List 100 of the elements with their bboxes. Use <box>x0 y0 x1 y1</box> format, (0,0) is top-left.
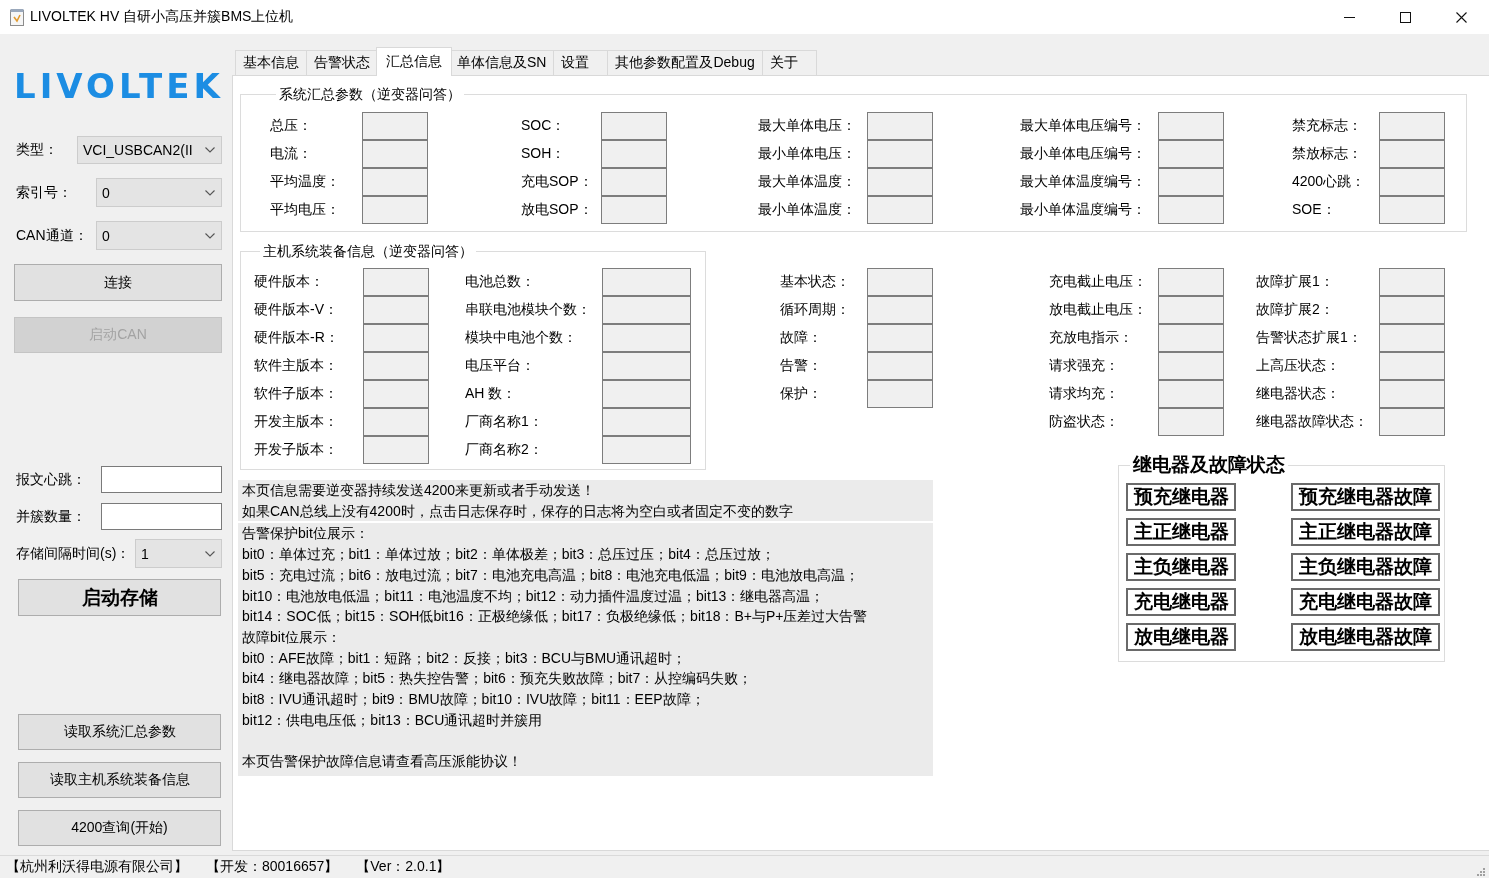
value-field[interactable] <box>867 168 933 196</box>
value-field[interactable] <box>362 168 428 196</box>
chevron-down-icon <box>205 189 215 196</box>
field-label: 充放电指示： <box>1049 329 1134 347</box>
value-field[interactable] <box>602 352 691 380</box>
field-label: 最大单体温度编号： <box>1020 173 1147 191</box>
value-field[interactable] <box>1158 140 1224 168</box>
close-icon <box>1455 11 1467 23</box>
tab[interactable]: 基本信息 <box>235 50 307 75</box>
field-label: 类型： <box>16 141 59 159</box>
value-field[interactable] <box>867 112 933 140</box>
field-label: 放电截止电压： <box>1049 301 1148 319</box>
dropdown[interactable]: 0 <box>96 221 222 250</box>
field-label: 最小单体电压： <box>758 145 857 163</box>
value-field[interactable] <box>1379 296 1445 324</box>
field-label: 硬件版本-V： <box>254 301 339 319</box>
value-field[interactable] <box>1379 352 1445 380</box>
value-field[interactable] <box>1158 196 1224 224</box>
tab[interactable]: 汇总信息 <box>376 47 452 76</box>
field-label: 平均电压： <box>270 201 341 219</box>
value-field[interactable] <box>1158 268 1224 296</box>
value-field[interactable] <box>602 268 691 296</box>
value-field[interactable] <box>362 196 428 224</box>
field-label: 循环周期： <box>780 301 851 319</box>
note-text: bit10：电池放电低温；bit11：电池温度不均；bit12：动力插件温度过温；bit13：继电器高温； <box>242 586 826 606</box>
value-field[interactable] <box>1158 324 1224 352</box>
field-label: 禁放标志： <box>1292 145 1363 163</box>
field-label: CAN通道： <box>16 226 89 245</box>
value-field[interactable] <box>362 140 428 168</box>
connect-button[interactable]: 连接 <box>14 264 222 301</box>
input-field[interactable] <box>101 466 222 493</box>
dropdown[interactable]: 1 <box>135 539 222 568</box>
value-field[interactable] <box>1158 352 1224 380</box>
value-field[interactable] <box>602 296 691 324</box>
field-label: 厂商名称2： <box>465 441 544 459</box>
field-label: 故障扩展2： <box>1256 301 1335 319</box>
value-field[interactable] <box>867 196 933 224</box>
value-field[interactable] <box>363 408 429 436</box>
dropdown[interactable]: VCI_USBCAN2(II <box>77 136 222 164</box>
value-field[interactable] <box>1158 168 1224 196</box>
value-field[interactable] <box>1379 408 1445 436</box>
dropdown[interactable]: 0 <box>96 178 222 207</box>
value-field[interactable] <box>601 196 667 224</box>
field-label: 硬件版本-R： <box>254 329 340 347</box>
value-field[interactable] <box>1379 140 1445 168</box>
query-button[interactable]: 4200查询(开始) <box>18 810 221 846</box>
tab[interactable]: 关于 <box>761 50 817 75</box>
input-field[interactable] <box>101 503 222 530</box>
value-field[interactable] <box>1379 324 1445 352</box>
note-text: bit5：充电过流；bit6：放电过流；bit7：电池充电高温；bit8：电池充电低温；bit9：电池放电高温； <box>242 565 860 585</box>
chevron-down-icon <box>205 550 215 557</box>
field-label: 继电器状态： <box>1256 385 1341 403</box>
notice-text: 本页告警保护故障信息请查看高压派能协议！ <box>242 752 523 772</box>
value-field[interactable] <box>363 380 429 408</box>
value-field[interactable] <box>867 324 933 352</box>
value-field[interactable] <box>601 112 667 140</box>
value-field[interactable] <box>867 380 933 408</box>
value-field[interactable] <box>602 324 691 352</box>
value-field[interactable] <box>867 352 933 380</box>
value-field[interactable] <box>363 268 429 296</box>
note-text: bit8：IVU通讯超时；bit9：BMU故障；bit10：IVU故障；bit11：EEP故障； <box>242 690 706 710</box>
value-field[interactable] <box>1158 408 1224 436</box>
start-storage-button[interactable]: 启动存储 <box>18 579 221 616</box>
value-field[interactable] <box>363 324 429 352</box>
value-field[interactable] <box>1379 380 1445 408</box>
value-field[interactable] <box>1158 296 1224 324</box>
read-device-info-button[interactable]: 读取主机系统装备信息 <box>18 762 221 798</box>
value-field[interactable] <box>602 408 691 436</box>
value-field[interactable] <box>601 140 667 168</box>
field-label: 请求强充： <box>1049 357 1120 375</box>
chevron-down-icon <box>205 232 215 239</box>
field-label: 电流： <box>270 145 313 163</box>
value-field[interactable] <box>1379 196 1445 224</box>
value-field[interactable] <box>363 352 429 380</box>
value-field[interactable] <box>362 112 428 140</box>
notepad-icon <box>8 8 26 26</box>
value-field[interactable] <box>1379 268 1445 296</box>
status-text: 【杭州利沃得电源有限公司】 <box>6 858 188 876</box>
value-field[interactable] <box>867 268 933 296</box>
read-summary-button[interactable]: 读取系统汇总参数 <box>18 714 221 750</box>
value-field[interactable] <box>1158 380 1224 408</box>
field-label: 基本状态： <box>780 273 851 291</box>
value-field[interactable] <box>1379 168 1445 196</box>
note-text: bit14：SOC低；bit15：SOH低bit16：正极绝缘低；bit17：负极绝缘低；bit18：B+与P+压差过大告警 <box>242 607 869 627</box>
value-field[interactable] <box>867 296 933 324</box>
value-field[interactable] <box>601 168 667 196</box>
value-field[interactable] <box>363 296 429 324</box>
window-title: LIVOLTEK HV 自研小高压并簇BMS上位机 <box>30 8 294 26</box>
value-field[interactable] <box>363 436 429 464</box>
chevron-down-icon <box>205 147 215 153</box>
status-text: 【Ver：2.0.1】 <box>356 858 451 876</box>
field-label: 电池总数： <box>465 273 536 291</box>
field-label: 软件主版本： <box>254 357 339 375</box>
value-field[interactable] <box>1158 112 1224 140</box>
value-field[interactable] <box>1379 112 1445 140</box>
value-field[interactable] <box>867 140 933 168</box>
value-field[interactable] <box>602 380 691 408</box>
field-label: 上高压状态： <box>1256 357 1341 375</box>
field-label: 存储间隔时间(s)： <box>16 544 132 563</box>
value-field[interactable] <box>602 436 691 464</box>
